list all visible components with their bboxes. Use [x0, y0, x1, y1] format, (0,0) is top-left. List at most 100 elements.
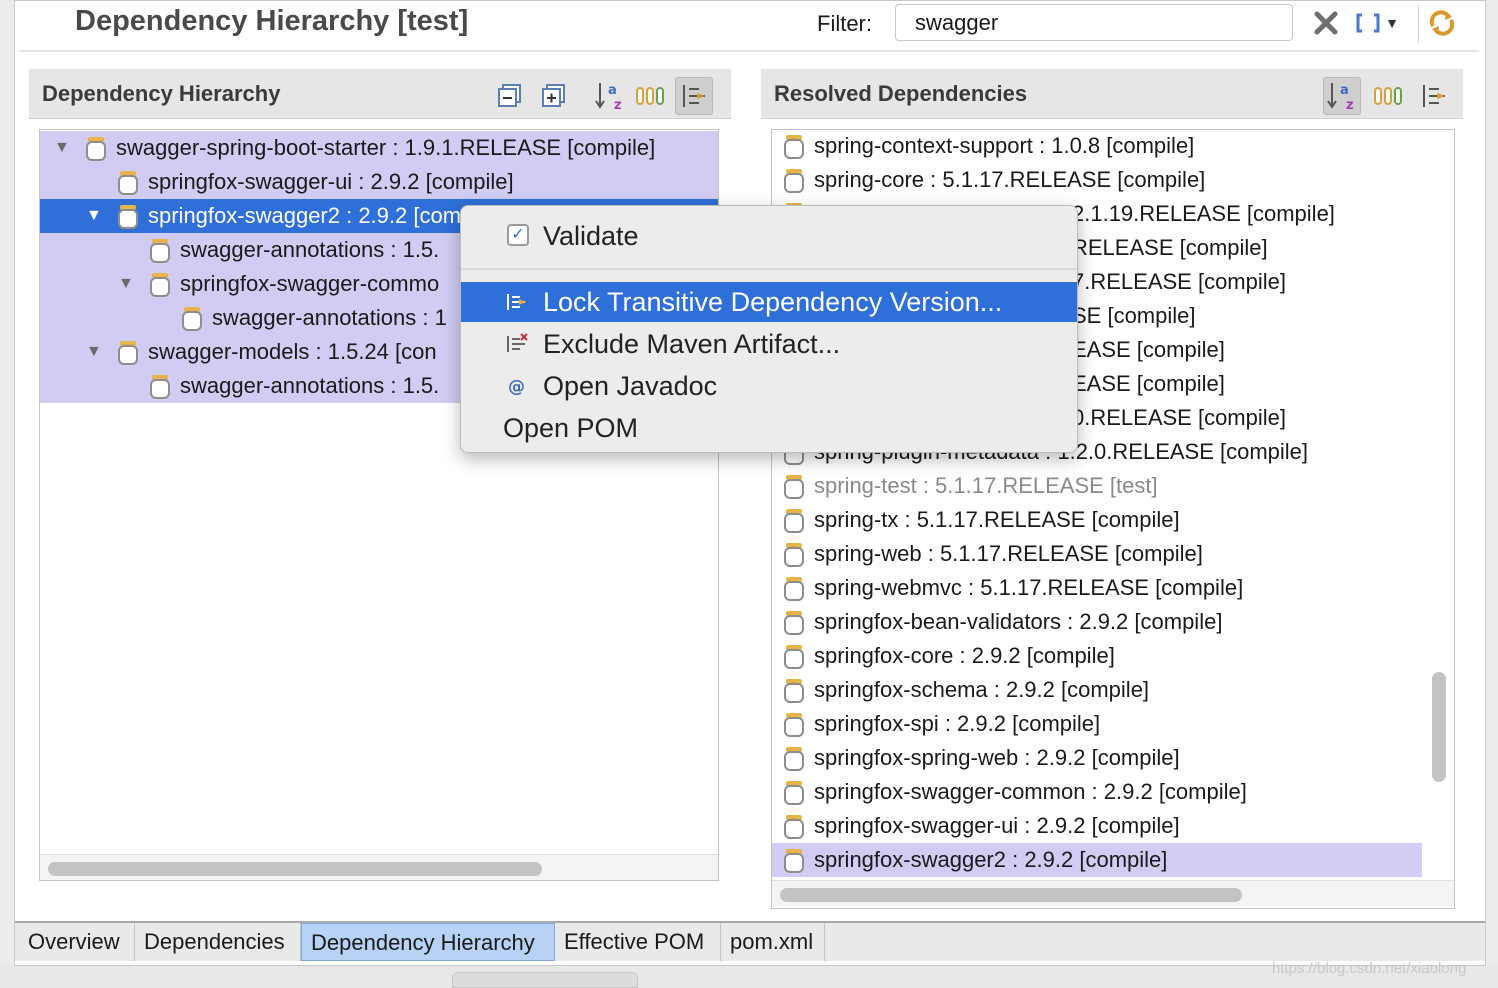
exclude-artifact-icon: [505, 332, 529, 356]
show-group-id-icon[interactable]: [1369, 77, 1407, 115]
filter-input[interactable]: [895, 4, 1293, 41]
validate-checkbox[interactable]: ✓: [507, 224, 529, 246]
svg-text:z: z: [614, 98, 622, 112]
list-item[interactable]: springfox-core : 2.9.2 [compile]: [772, 639, 1422, 673]
show-group-id-icon[interactable]: [631, 77, 669, 115]
horizontal-scrollbar[interactable]: [40, 854, 718, 880]
jar-icon: [784, 815, 804, 839]
page-title: Dependency Hierarchy [test]: [75, 5, 469, 37]
jar-icon: [150, 375, 170, 399]
bottom-panel-tab[interactable]: [452, 972, 638, 988]
list-item-label: springfox-bean-validators : 2.9.2 [compi…: [814, 609, 1223, 634]
list-item-label: springfox-swagger-common : 2.9.2 [compil…: [814, 779, 1247, 804]
list-item-label: spring-webmvc : 5.1.17.RELEASE [compile]: [814, 575, 1244, 600]
horizontal-scrollbar[interactable]: [772, 880, 1454, 906]
list-item[interactable]: spring-webmvc : 5.1.17.RELEASE [compile]: [772, 571, 1422, 605]
list-item-label: springfox-core : 2.9.2 [compile]: [814, 643, 1115, 668]
list-item[interactable]: spring-context-support : 1.0.8 [compile]: [772, 130, 1422, 163]
vertical-scroll-thumb[interactable]: [1432, 672, 1446, 782]
svg-text:z: z: [1346, 98, 1354, 112]
clear-filter-icon[interactable]: [1311, 7, 1341, 39]
horizontal-scroll-thumb[interactable]: [780, 888, 1242, 902]
svg-text:@: @: [508, 377, 525, 397]
list-item[interactable]: springfox-swagger2 : 2.9.2 [compile]: [772, 843, 1422, 877]
menu-item-label: Exclude Maven Artifact...: [543, 329, 841, 359]
svg-text:a: a: [608, 83, 617, 98]
menu-item-label: Open Javadoc: [543, 371, 718, 401]
sort-az-icon[interactable]: az: [591, 77, 629, 115]
tree-row-label: swagger-annotations : 1.5.: [180, 373, 440, 398]
jar-icon: [150, 239, 170, 263]
list-item-label: 2.1.19.RELEASE [compile]: [1072, 201, 1335, 226]
menu-item-lock-transitive-dependency-version[interactable]: Lock Transitive Dependency Version...: [461, 282, 1077, 322]
jar-icon: [784, 849, 804, 873]
list-item-label: EASE [compile]: [1072, 337, 1225, 362]
filter-label: Filter:: [817, 11, 872, 36]
expanded-twisty-icon[interactable]: ▼: [86, 199, 106, 233]
tree-row-label: swagger-annotations : 1: [212, 305, 447, 330]
list-item[interactable]: springfox-schema : 2.9.2 [compile]: [772, 673, 1422, 707]
list-item[interactable]: spring-test : 5.1.17.RELEASE [test]: [772, 469, 1422, 503]
list-item[interactable]: springfox-swagger-ui : 2.9.2 [compile]: [772, 809, 1422, 843]
list-item[interactable]: springfox-spring-web : 2.9.2 [compile]: [772, 741, 1422, 775]
sort-az-icon[interactable]: az: [1323, 77, 1361, 115]
pom-editor: Dependency Hierarchy [test] Filter: ▼ De…: [14, 0, 1486, 966]
tree-row-label: springfox-swagger-commo: [180, 271, 440, 296]
menu-item-exclude-maven-artifact[interactable]: Exclude Maven Artifact...: [461, 324, 1077, 364]
horizontal-scroll-thumb[interactable]: [48, 862, 542, 876]
jar-icon: [784, 679, 804, 703]
collapse-all-icon[interactable]: [491, 77, 529, 115]
tab-dependency-hierarchy[interactable]: Dependency Hierarchy: [301, 923, 555, 961]
list-item-label: springfox-swagger-ui : 2.9.2 [compile]: [814, 813, 1180, 838]
list-item-label: springfox-swagger2 : 2.9.2 [compile]: [814, 847, 1168, 872]
filter-matching-icon[interactable]: [675, 77, 713, 115]
tree-row[interactable]: ▼ swagger-spring-boot-starter : 1.9.1.REL…: [40, 131, 718, 165]
list-item-label: spring-tx : 5.1.17.RELEASE [compile]: [814, 507, 1180, 532]
list-item[interactable]: springfox-swagger-common : 2.9.2 [compil…: [772, 775, 1422, 809]
jar-icon: [784, 135, 804, 159]
tree-row-label: swagger-annotations : 1.5.: [180, 237, 440, 262]
menu-item-label: Lock Transitive Dependency Version...: [543, 287, 1003, 317]
header-rule: [19, 50, 1479, 52]
editor-tab-bar: Overview Dependencies Dependency Hierarchy…: [15, 921, 1485, 961]
list-item[interactable]: spring-tx : 5.1.17.RELEASE [compile]: [772, 503, 1422, 537]
list-item-label: spring-test : 5.1.17.RELEASE [test]: [814, 473, 1158, 498]
select-scope-icon[interactable]: [1355, 7, 1381, 39]
lock-version-icon: [505, 290, 529, 314]
expand-all-icon[interactable]: [535, 77, 573, 115]
dropdown-arrow-icon[interactable]: ▼: [1383, 7, 1401, 39]
dependency-hierarchy-panel: Dependency Hierarchy az ▼ swagger-spring-…: [29, 69, 733, 919]
expanded-twisty-icon[interactable]: ▼: [54, 131, 74, 165]
filter-matching-icon[interactable]: [1415, 77, 1453, 115]
jar-icon: [784, 611, 804, 635]
jar-icon: [118, 341, 138, 365]
tab-dependencies[interactable]: Dependencies: [135, 923, 301, 961]
menu-item-label: Validate: [543, 221, 639, 251]
list-item[interactable]: spring-core : 5.1.17.RELEASE [compile]: [772, 163, 1422, 197]
expanded-twisty-icon[interactable]: ▼: [86, 335, 106, 369]
jar-icon: [182, 307, 202, 331]
list-item[interactable]: spring-web : 5.1.17.RELEASE [compile]: [772, 537, 1422, 571]
tab-effective-pom[interactable]: Effective POM: [555, 923, 721, 961]
refresh-icon[interactable]: [1427, 7, 1457, 39]
list-item-label: spring-context-support : 1.0.8 [compile]: [814, 133, 1195, 158]
tree-row[interactable]: springfox-swagger-ui : 2.9.2 [compile]: [40, 165, 718, 199]
tab-overview[interactable]: Overview: [19, 923, 135, 961]
tab-pom-xml[interactable]: pom.xml: [721, 923, 825, 961]
menu-separator: [461, 268, 1077, 270]
list-item[interactable]: springfox-spi : 2.9.2 [compile]: [772, 707, 1422, 741]
watermark: https://blog.csdn.net/xiaolong: [1272, 960, 1467, 977]
menu-item-open-pom[interactable]: Open POM: [461, 408, 1077, 448]
menu-item-open-javadoc[interactable]: @ Open Javadoc: [461, 366, 1077, 406]
list-item-label: springfox-spi : 2.9.2 [compile]: [814, 711, 1101, 736]
svg-text:a: a: [1340, 83, 1349, 98]
list-item[interactable]: springfox-bean-validators : 2.9.2 [compi…: [772, 605, 1422, 639]
list-item-label: springfox-schema : 2.9.2 [compile]: [814, 677, 1150, 702]
menu-item-validate[interactable]: ✓ Validate: [461, 216, 1077, 256]
tree-row-label: springfox-swagger-ui : 2.9.2 [compile]: [148, 169, 514, 194]
list-item-label: EASE [compile]: [1072, 371, 1225, 396]
jar-icon: [784, 747, 804, 771]
tree-row-label: swagger-spring-boot-starter : 1.9.1.RELE…: [116, 135, 656, 160]
expanded-twisty-icon[interactable]: ▼: [118, 267, 138, 301]
resolved-dependencies-panel: Resolved Dependencies az spring-context-…: [761, 69, 1465, 919]
